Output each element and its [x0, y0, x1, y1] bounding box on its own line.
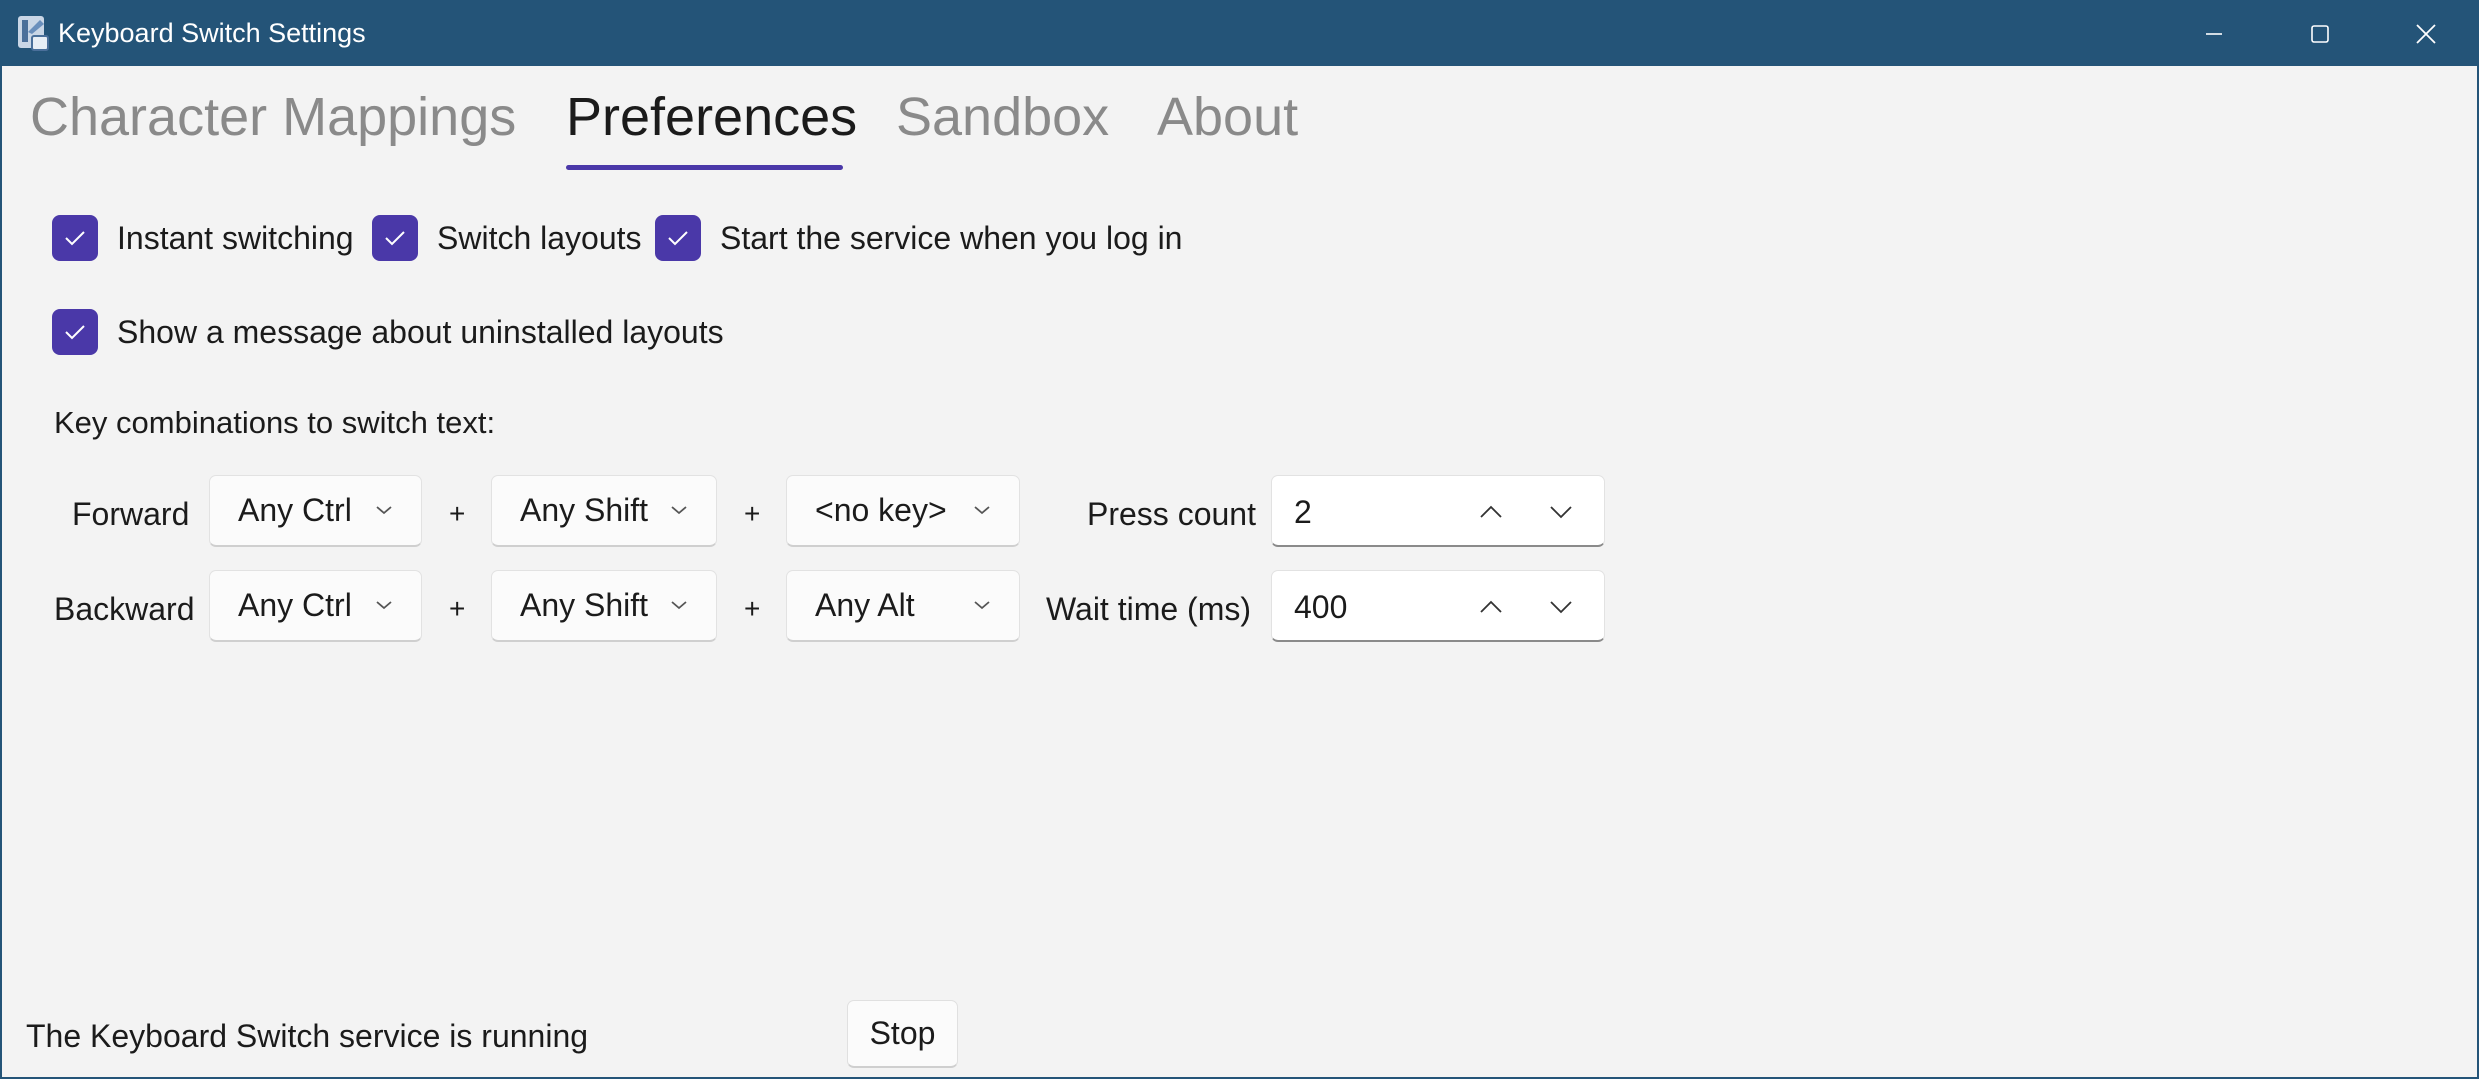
- close-button[interactable]: [2374, 2, 2478, 66]
- forward-key1-dropdown[interactable]: Any Ctrl: [209, 475, 422, 547]
- switch-layouts-checkbox[interactable]: Switch layouts: [372, 215, 642, 261]
- checkmark-icon: [52, 309, 98, 355]
- wait-time-value: 400: [1294, 589, 1348, 625]
- chevron-up-icon: [1480, 505, 1502, 518]
- backward-label: Backward: [54, 591, 195, 627]
- checkmark-icon: [372, 215, 418, 261]
- plus-sign: +: [449, 593, 466, 624]
- forward-key2-dropdown[interactable]: Any Shift: [491, 475, 717, 547]
- forward-label: Forward: [72, 496, 190, 532]
- maximize-icon: [2311, 25, 2329, 43]
- chevron-down-icon: [671, 506, 687, 515]
- minimize-button[interactable]: [2162, 2, 2266, 66]
- press-count-decrement-button[interactable]: [1536, 494, 1586, 530]
- plus-sign: +: [449, 498, 466, 529]
- press-count-value: 2: [1294, 494, 1312, 530]
- wait-time-label: Wait time (ms): [1046, 591, 1252, 627]
- backward-key3-dropdown[interactable]: Any Alt: [786, 570, 1020, 642]
- uninstalled-message-label: Show a message about uninstalled layouts: [117, 313, 724, 350]
- uninstalled-message-checkbox[interactable]: Show a message about uninstalled layouts: [52, 309, 724, 355]
- switch-layouts-label: Switch layouts: [437, 219, 642, 256]
- chevron-down-icon: [671, 601, 687, 610]
- key-combinations-heading: Key combinations to switch text:: [54, 405, 496, 440]
- press-count-increment-button[interactable]: [1466, 494, 1516, 530]
- forward-key3-dropdown[interactable]: <no key>: [786, 475, 1020, 547]
- wait-time-decrement-button[interactable]: [1536, 589, 1586, 625]
- backward-key2-value: Any Shift: [520, 587, 649, 623]
- press-count-label: Press count: [1087, 496, 1256, 532]
- backward-key2-dropdown[interactable]: Any Shift: [491, 570, 717, 642]
- instant-switching-checkbox[interactable]: Instant switching: [52, 215, 354, 261]
- settings-window: Keyboard Switch Settings Character Mappi…: [0, 0, 2479, 1079]
- backward-key3-value: Any Alt: [815, 587, 915, 623]
- backward-key1-value: Any Ctrl: [238, 587, 352, 623]
- chevron-down-icon: [974, 601, 990, 610]
- chevron-down-icon: [1550, 601, 1572, 614]
- chevron-down-icon: [1550, 506, 1572, 519]
- app-icon: [16, 14, 52, 52]
- chevron-up-icon: [1480, 600, 1502, 613]
- maximize-button[interactable]: [2268, 2, 2372, 66]
- forward-key1-value: Any Ctrl: [238, 492, 352, 528]
- chevron-down-icon: [376, 601, 392, 610]
- wait-time-stepper[interactable]: 400: [1271, 570, 1605, 642]
- tab-about[interactable]: About: [1157, 86, 1298, 148]
- plus-sign: +: [744, 498, 761, 529]
- window-title: Keyboard Switch Settings: [58, 18, 366, 48]
- active-tab-indicator: [566, 165, 843, 170]
- backward-key1-dropdown[interactable]: Any Ctrl: [209, 570, 422, 642]
- title-bar: Keyboard Switch Settings: [2, 2, 2477, 66]
- instant-switching-label: Instant switching: [117, 219, 354, 256]
- tab-preferences[interactable]: Preferences: [566, 86, 857, 148]
- close-icon: [2416, 24, 2436, 44]
- checkmark-icon: [52, 215, 98, 261]
- chevron-down-icon: [376, 506, 392, 515]
- plus-sign: +: [744, 593, 761, 624]
- stop-button[interactable]: Stop: [847, 1000, 958, 1068]
- press-count-stepper[interactable]: 2: [1271, 475, 1605, 547]
- tab-sandbox[interactable]: Sandbox: [896, 86, 1109, 148]
- forward-key3-value: <no key>: [815, 492, 947, 528]
- start-on-login-checkbox[interactable]: Start the service when you log in: [655, 215, 1182, 261]
- chevron-down-icon: [974, 506, 990, 515]
- forward-key2-value: Any Shift: [520, 492, 649, 528]
- wait-time-increment-button[interactable]: [1466, 589, 1516, 625]
- minimize-icon: [2206, 33, 2222, 35]
- tab-character-mappings[interactable]: Character Mappings: [30, 86, 516, 148]
- start-on-login-label: Start the service when you log in: [720, 219, 1183, 256]
- checkmark-icon: [655, 215, 701, 261]
- service-status-text: The Keyboard Switch service is running: [26, 1018, 589, 1054]
